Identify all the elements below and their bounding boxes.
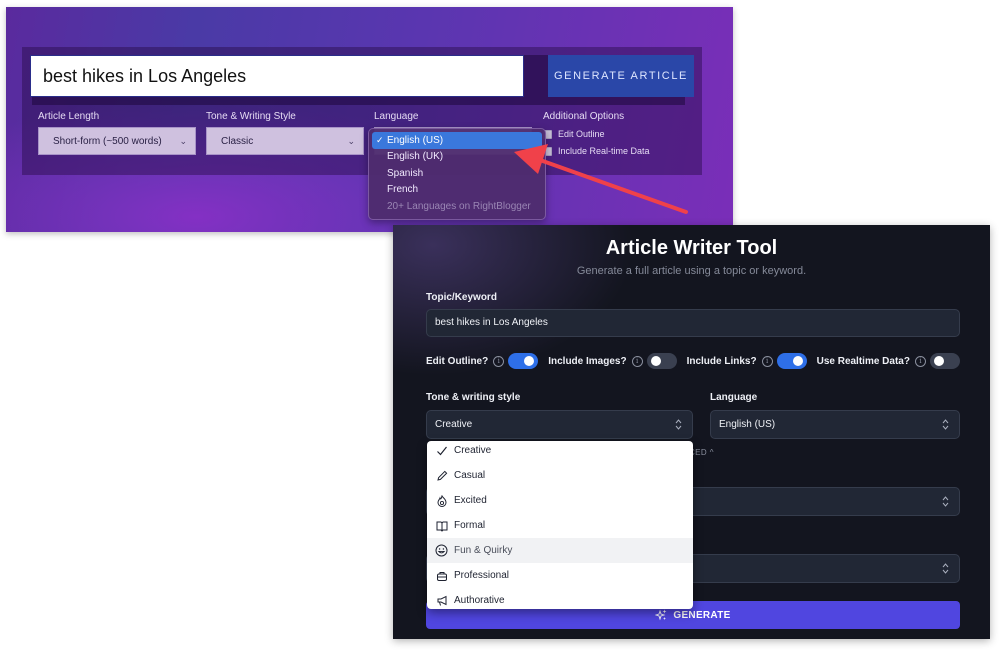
tone-select[interactable]: Creative <box>426 410 693 439</box>
tone-option-label: Authorative <box>454 595 505 606</box>
briefcase-icon <box>435 569 448 582</box>
tone-option-label: Excited <box>454 495 487 506</box>
language-value: English (US) <box>719 419 776 430</box>
language-option-label: French <box>387 184 419 196</box>
generate-label: GENERATE <box>673 609 731 621</box>
check-icon <box>435 444 448 457</box>
include-images-toggle-item: Include Images? i <box>548 353 677 369</box>
tone-option-professional[interactable]: Professional <box>427 563 693 588</box>
megaphone-icon <box>435 594 448 607</box>
article-length-value: Short-form (~500 words) <box>53 135 162 147</box>
tone-option-label: Creative <box>454 445 492 456</box>
generate-article-button[interactable]: GENERATE ARTICLE <box>548 55 694 97</box>
realtime-data-label: Include Real-time Data <box>558 146 650 156</box>
article-length-select[interactable]: Short-form (~500 words) ⌄ <box>38 127 196 155</box>
chevron-down-icon: ⌄ <box>179 136 187 146</box>
language-option-more: 20+ Languages on RightBlogger <box>372 198 542 215</box>
language-label: Language <box>374 111 419 122</box>
chevron-updown-icon <box>675 419 682 430</box>
tone-option-label: Fun & Quirky <box>454 545 513 556</box>
tone-option-authorative[interactable]: Authorative <box>427 588 693 609</box>
edit-outline-toggle[interactable] <box>508 353 539 369</box>
info-icon[interactable]: i <box>493 355 505 367</box>
include-links-toggle-item: Include Links? i <box>687 353 807 369</box>
page-title: Article Writer Tool <box>605 237 778 259</box>
tone-option-label: Formal <box>454 520 486 531</box>
language-option-label: English (US) <box>387 134 444 146</box>
realtime-data-label: Use Realtime Data? <box>816 355 910 367</box>
language-dropdown-menu: ✓ English (US) English (UK) Spanish Fren… <box>368 128 546 220</box>
language-option-label: English (UK) <box>387 151 444 163</box>
tone-value: Creative <box>435 419 473 430</box>
chevron-updown-icon <box>942 496 949 507</box>
tone-dropdown-menu: Creative Casual Excited Formal Fun & Qui… <box>427 441 693 609</box>
toggle-knob <box>524 356 535 366</box>
topic-input[interactable]: best hikes in Los Angeles <box>426 309 960 337</box>
options-toggle-row: Edit Outline? i Include Images? i Includ… <box>426 353 970 369</box>
tone-option-label: Casual <box>454 470 486 481</box>
chevron-updown-icon <box>942 563 949 574</box>
language-label: Language <box>710 392 758 403</box>
edit-outline-toggle-item: Edit Outline? i <box>426 353 539 369</box>
tone-select[interactable]: Classic ⌄ <box>206 127 364 155</box>
language-option-spanish[interactable]: Spanish <box>372 165 542 182</box>
old-article-tool-panel: best hikes in Los Angeles GENERATE ARTIC… <box>6 7 733 232</box>
include-images-toggle[interactable] <box>646 353 677 369</box>
language-option-label: 20+ Languages on RightBlogger <box>387 200 531 212</box>
page-subtitle: Generate a full article using a topic or… <box>576 265 807 277</box>
tone-option-formal[interactable]: Formal <box>427 513 693 538</box>
check-icon: ✓ <box>376 134 384 145</box>
include-links-toggle[interactable] <box>776 353 807 369</box>
smiley-icon <box>435 544 448 557</box>
tone-option-label: Professional <box>454 570 510 581</box>
language-select[interactable]: English (US) <box>710 410 960 439</box>
book-icon <box>435 519 448 532</box>
language-option-english-us[interactable]: ✓ English (US) <box>372 132 542 149</box>
tone-option-casual[interactable]: Casual <box>427 463 693 488</box>
info-icon[interactable]: i <box>914 355 926 367</box>
info-icon[interactable]: i <box>761 355 773 367</box>
sparkles-icon <box>655 609 667 621</box>
chevron-down-icon: ⌄ <box>347 136 355 146</box>
edit-outline-option[interactable]: Edit Outline <box>543 129 605 139</box>
old-topic-input[interactable]: best hikes in Los Angeles <box>30 55 524 97</box>
chevron-updown-icon <box>942 419 949 430</box>
additional-options-label: Additional Options <box>543 111 625 122</box>
article-length-label: Article Length <box>38 111 100 122</box>
topic-label: Topic/Keyword <box>426 292 497 303</box>
toggle-knob <box>650 356 661 366</box>
edit-outline-label: Edit Outline <box>558 129 605 139</box>
realtime-data-option[interactable]: Include Real-time Data <box>543 146 650 156</box>
language-option-english-uk[interactable]: English (UK) <box>372 149 542 166</box>
tone-value: Classic <box>221 135 254 147</box>
realtime-data-toggle-item: Use Realtime Data? i <box>817 353 960 369</box>
toggle-knob <box>792 356 803 366</box>
tone-option-creative[interactable]: Creative <box>427 441 693 463</box>
realtime-data-toggle[interactable] <box>929 353 960 369</box>
include-links-label: Include Links? <box>686 355 757 367</box>
info-icon[interactable]: i <box>631 355 643 367</box>
fire-icon <box>435 494 448 507</box>
language-option-french[interactable]: French <box>372 182 542 199</box>
edit-outline-label: Edit Outline? <box>426 355 489 367</box>
tone-option-fun-quirky[interactable]: Fun & Quirky <box>427 538 693 563</box>
tone-label: Tone & Writing Style <box>206 111 296 122</box>
toggle-knob <box>933 356 944 366</box>
tone-label: Tone & writing style <box>426 392 521 403</box>
language-option-label: Spanish <box>387 167 424 179</box>
pencil-icon <box>435 469 448 482</box>
include-images-label: Include Images? <box>548 355 627 367</box>
tone-option-excited[interactable]: Excited <box>427 488 693 513</box>
